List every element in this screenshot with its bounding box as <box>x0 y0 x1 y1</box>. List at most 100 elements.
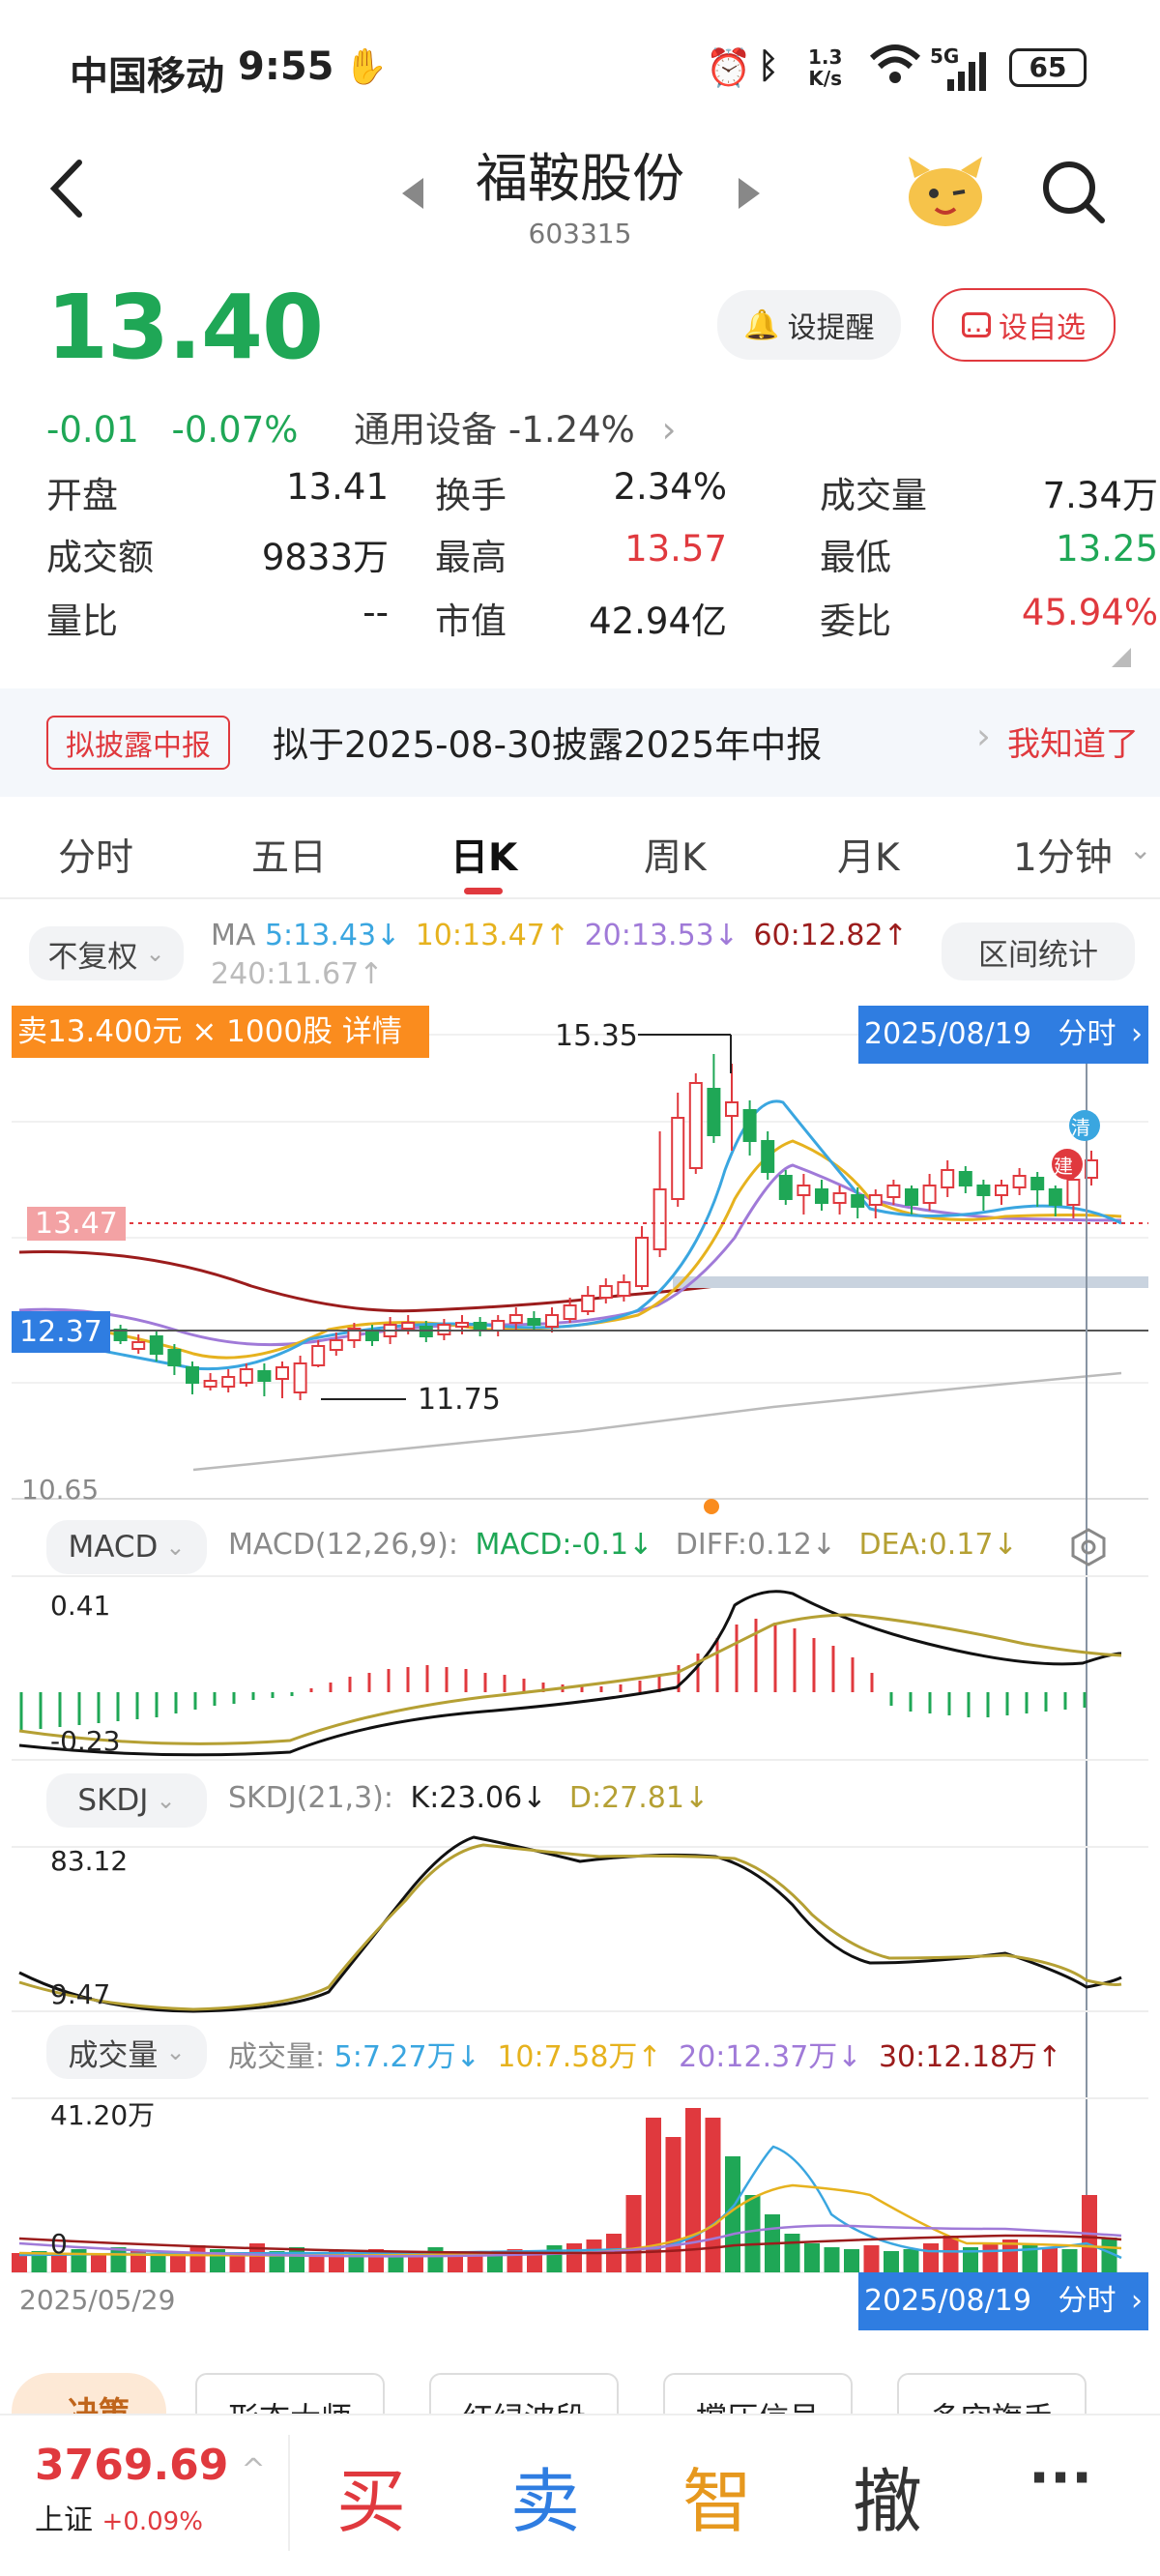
candle-body <box>617 1281 631 1297</box>
skdj-select-label: SKDJ <box>77 1783 149 1818</box>
bottom-trade-bar: 3769.69 ^ 上证 +0.09% 买 卖 智 撤 ··· <box>0 2414 1160 2576</box>
diff-value: DIFF:0.12↓ <box>675 1528 836 1562</box>
date-tag-bottom[interactable]: 2025/08/19 分时 › <box>858 2272 1148 2330</box>
adjust-label: 不复权 <box>47 939 138 975</box>
stat-label: 成交量 <box>820 475 927 516</box>
candle-body <box>1048 1188 1062 1206</box>
volume-bar <box>784 2234 800 2272</box>
candle-body <box>329 1339 343 1351</box>
banner-text: 拟于2025-08-30披露2025年中报 <box>273 724 823 766</box>
smart-button[interactable]: 智 <box>682 2444 752 2546</box>
settings-icon[interactable] <box>1069 1528 1108 1570</box>
date-tag-top[interactable]: 2025/08/19 分时 › <box>858 1006 1148 1064</box>
strategy-item[interactable]: 撑压信号 <box>663 2373 853 2414</box>
tab-monthly-k[interactable]: 月K <box>837 828 900 882</box>
candle-body <box>365 1332 379 1341</box>
status-bar: 中国移动 9:55 ✋ ⏰ ᛒ 1.3 K/s 5G 65 <box>0 0 1160 135</box>
period-tabs: 分时 五日 日K 周K 月K 1分钟 ⌄ <box>0 810 1160 899</box>
mascot-icon[interactable] <box>905 153 986 234</box>
volume-axis-top: 41.20万 <box>50 2099 156 2131</box>
dismiss-banner-button[interactable]: 我知道了 <box>1007 717 1139 765</box>
set-alert-button[interactable]: 🔔 设提醒 <box>717 290 901 360</box>
carrier: 中国移动 <box>70 54 224 99</box>
axis-bottom-price: 10.65 <box>21 1474 100 1506</box>
volume-bar <box>884 2251 899 2272</box>
volume-bar <box>448 2255 463 2272</box>
tab-timeshare[interactable]: 分时 <box>58 828 133 882</box>
marker-clear[interactable]: 清 <box>1071 1112 1090 1140</box>
add-watchlist-button[interactable]: … 设自选 <box>932 288 1116 362</box>
candle-body <box>598 1285 613 1299</box>
ma5-value: 5:13.43↓ <box>264 919 401 952</box>
sector-link[interactable]: 通用设备 -1.24% <box>354 409 635 451</box>
skdj-select[interactable]: SKDJ ⌄ <box>46 1773 207 1828</box>
back-icon[interactable] <box>43 155 91 226</box>
candle-body <box>905 1188 918 1206</box>
tab-daily-k[interactable]: 日K <box>450 828 517 882</box>
net-speed-value: 1.3 <box>808 45 843 69</box>
candle-body <box>293 1362 307 1393</box>
adjust-select[interactable]: 不复权 ⌄ <box>29 926 184 981</box>
change-row: -0.01 -0.07% 通用设备 -1.24% › <box>46 400 676 453</box>
tab-minute[interactable]: 1分钟 <box>1013 828 1113 882</box>
candle-body <box>455 1322 469 1328</box>
strategy-item[interactable]: 多空旗手 <box>897 2373 1087 2414</box>
candle-body <box>527 1318 541 1326</box>
tab-weekly-k[interactable]: 周K <box>644 828 707 882</box>
crosshair-price: 12.37 <box>12 1311 110 1353</box>
strategy-item[interactable]: 红绿波段 <box>429 2373 619 2414</box>
next-stock-icon[interactable] <box>735 174 764 217</box>
volume-bar <box>685 2108 701 2272</box>
date-tag-action: 分时 <box>1058 1017 1116 1051</box>
strategy-tag[interactable]: 决策 <box>12 2373 166 2414</box>
price-change: -0.01 <box>46 409 139 451</box>
expand-corner-icon[interactable] <box>1112 648 1131 671</box>
volume-bar <box>744 2195 761 2272</box>
candle-body <box>671 1117 685 1200</box>
end-date-value: 2025/08/19 <box>864 2284 1031 2318</box>
index-value: 3769.69 <box>35 2441 229 2490</box>
add-watchlist-label: 设自选 <box>999 311 1086 345</box>
tab-five-day[interactable]: 五日 <box>251 828 327 882</box>
ma240-value: 240:11.67↑ <box>211 957 384 991</box>
candle-body <box>257 1370 272 1382</box>
volume-bar <box>923 2243 939 2272</box>
stat-label: 量比 <box>46 600 118 642</box>
sell-button[interactable]: 卖 <box>510 2444 580 2546</box>
macd-select[interactable]: MACD ⌄ <box>46 1520 207 1574</box>
kline-chart-area[interactable] <box>0 996 1160 2330</box>
ma10-value: 10:13.47↑ <box>415 919 570 952</box>
index-change: +0.09% <box>102 2507 203 2536</box>
more-button[interactable]: ··· <box>1029 2444 1092 2510</box>
ma20-value: 20:13.53↓ <box>584 919 739 952</box>
chevron-down-icon: ⌄ <box>1129 834 1152 865</box>
cancel-order-button[interactable]: 撤 <box>853 2444 922 2546</box>
volume-bar <box>91 2253 106 2272</box>
stat-value: 2.34% <box>613 466 727 508</box>
set-alert-label: 设提醒 <box>787 311 875 345</box>
stat-label: 开盘 <box>46 475 118 516</box>
vol20-value: 20:12.37万↓ <box>679 2040 862 2074</box>
range-stat-button[interactable]: 区间统计 <box>942 922 1135 981</box>
skdj-params: SKDJ(21,3): <box>228 1781 393 1815</box>
buy-button[interactable]: 买 <box>336 2444 406 2546</box>
volume-bar <box>982 2243 999 2272</box>
stat-value: 13.25 <box>1056 528 1158 570</box>
app-header: 福鞍股份 603315 <box>0 135 1160 271</box>
strategy-item[interactable]: 形态大师 <box>195 2373 385 2414</box>
volume-axis-zero: 0 <box>50 2228 68 2260</box>
stat-label: 最低 <box>820 537 891 578</box>
stat-label: 换手 <box>435 475 507 516</box>
index-quote[interactable]: 3769.69 ^ 上证 +0.09% <box>35 2441 266 2538</box>
volume-select[interactable]: 成交量 ⌄ <box>46 2025 207 2079</box>
price-change-pct: -0.07% <box>171 409 299 451</box>
vol5-value: 5:7.27万↓ <box>334 2040 480 2074</box>
alarm-icon: ⏰ <box>706 46 752 89</box>
volume-bar <box>546 2245 563 2272</box>
divider <box>0 897 1160 899</box>
volume-bar <box>586 2239 602 2272</box>
sell-order-tip[interactable]: 卖13.400元 × 1000股 详情 <box>12 1006 429 1058</box>
search-icon[interactable] <box>1040 159 1108 230</box>
bell-icon: 🔔 <box>743 307 780 342</box>
marker-build[interactable]: 建 <box>1054 1151 1073 1179</box>
